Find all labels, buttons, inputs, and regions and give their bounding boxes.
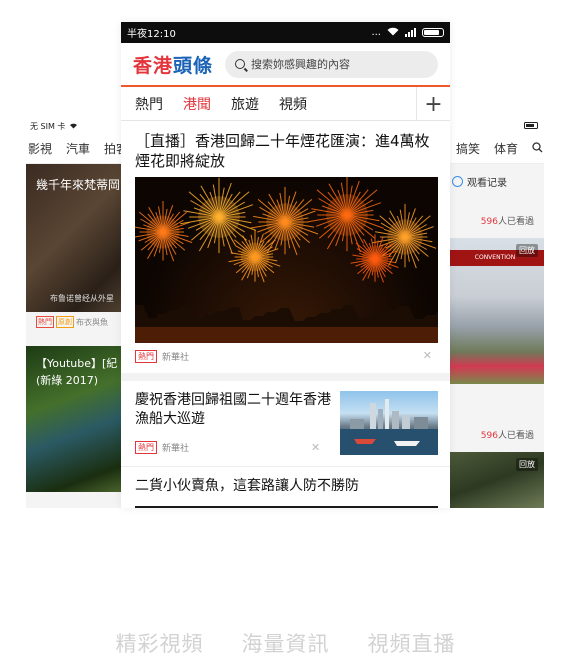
- hot-tag: 熱門: [135, 350, 157, 363]
- fireworks-illustration: [135, 177, 438, 343]
- left-card2-title-line1: 【Youtube】[紀: [36, 357, 118, 370]
- caption-news: 海量資訊: [241, 632, 330, 656]
- status-bar: 半夜12:10 ...: [121, 22, 450, 43]
- search-icon[interactable]: [532, 141, 543, 156]
- left-tab-auto[interactable]: 汽車: [66, 140, 90, 157]
- carrier-label: 无 SIM 卡: [30, 121, 66, 131]
- plus-icon: +: [424, 91, 443, 117]
- news-item-1-meta: 熱門 新華社 ✕: [121, 343, 450, 373]
- caption-videos: 精彩視頻: [115, 632, 204, 656]
- right-tab-funny[interactable]: 搞笑: [456, 140, 480, 157]
- news-item-3-title[interactable]: 二貨小伙賣魚，這套路讓人防不勝防: [121, 467, 450, 506]
- caption-live: 視頻直播: [367, 632, 456, 656]
- watch-history-link[interactable]: 观看记录: [452, 174, 507, 189]
- replay-badge: 回放: [516, 244, 538, 257]
- left-card1-meta: 熱門 原創 布衣與魚: [36, 316, 108, 328]
- dismiss-icon[interactable]: ✕: [311, 441, 320, 454]
- search-placeholder: 搜索妳感興趣的內容: [251, 58, 351, 71]
- news-item-3[interactable]: 二貨小伙賣魚，這套路讓人防不勝防: [121, 467, 450, 508]
- news-item-2[interactable]: 慶祝香港回歸祖國二十週年香港漁船大巡遊 熱門 新華社 ✕: [121, 381, 450, 467]
- feature-captions: 精彩視頻 海量資訊 視頻直播: [0, 628, 571, 658]
- wifi-icon: [69, 122, 78, 131]
- search-input[interactable]: 搜索妳感興趣的內容: [225, 50, 438, 78]
- more-dots-icon: ...: [371, 27, 381, 38]
- news-item-1-title[interactable]: ［直播］香港回歸二十年煙花匯演：進4萬枚煙花即將綻放: [121, 121, 450, 177]
- app-logo[interactable]: 香港頭條: [133, 51, 213, 78]
- battery-icon: [524, 121, 540, 131]
- watch-history-label: 观看记录: [467, 178, 507, 189]
- tab-travel[interactable]: 旅遊: [231, 94, 259, 114]
- main-phone-screen: 半夜12:10 ... 香港頭條 搜索妳感興趣的內容 熱門 港聞 旅遊 視頻 +: [121, 22, 450, 508]
- news-item-1[interactable]: ［直播］香港回歸二十年煙花匯演：進4萬枚煙花即將綻放 熱門 新華社 ✕: [121, 121, 450, 381]
- left-card1-subtitle: 布鲁诺曾经从外星: [50, 294, 114, 303]
- add-category-button[interactable]: +: [416, 87, 450, 121]
- left-card2-title-line2: (新綠 2017): [36, 373, 99, 387]
- clock-icon: [452, 176, 463, 187]
- right-video-thumbnail-1[interactable]: CONVENTION 回放: [446, 238, 544, 384]
- category-tabs: 熱門 港聞 旅遊 視頻 +: [121, 87, 450, 121]
- hot-tag: 熱門: [36, 316, 54, 328]
- tab-video[interactable]: 視頻: [279, 94, 307, 114]
- fireworks-image[interactable]: [135, 177, 438, 343]
- news-item-3-thumbnail[interactable]: [135, 506, 438, 508]
- right-tab-sports[interactable]: 体育: [494, 140, 518, 157]
- signal-icon: [405, 28, 416, 37]
- news-item-2-meta: 熱門 新華社: [135, 441, 189, 454]
- status-time: 半夜12:10: [127, 29, 176, 40]
- news-item-2-text: 慶祝香港回歸祖國二十週年香港漁船大巡遊: [135, 391, 332, 466]
- replay-badge: 回放: [516, 458, 538, 471]
- tab-hot[interactable]: 熱門: [135, 94, 163, 114]
- news-item-2-title[interactable]: 慶祝香港回歸祖國二十週年香港漁船大巡遊: [135, 391, 332, 429]
- original-tag: 原創: [56, 316, 74, 328]
- left-tab-film[interactable]: 影視: [28, 140, 52, 157]
- viewer-count-1: 596人已看過: [480, 217, 534, 227]
- viewer-count-2: 596人已看過: [480, 431, 534, 441]
- app-header: 香港頭條 搜索妳感興趣的內容: [121, 43, 450, 85]
- right-video-thumbnail-2[interactable]: 回放: [446, 452, 544, 508]
- right-phone-preview: 搞笑 体育 观看记录 596人已看過 CONVENTION 回放 596人已看過…: [446, 118, 544, 508]
- left-card1-source: 布衣與魚: [76, 317, 108, 327]
- status-icons: ...: [371, 27, 444, 39]
- dismiss-icon[interactable]: ✕: [423, 349, 432, 362]
- hot-tag: 熱門: [135, 441, 157, 454]
- left-card1-title: 幾千年來梵蒂岡: [36, 178, 121, 192]
- news-item-1-source: 新華社: [162, 353, 190, 363]
- left-card2-title: 【Youtube】[紀 (新綠 2017): [36, 356, 117, 389]
- right-status-bar: [446, 118, 544, 134]
- wifi-icon: [387, 27, 399, 39]
- tab-hk-news[interactable]: 港聞: [183, 94, 211, 114]
- right-tab-bar: 搞笑 体育: [446, 134, 544, 164]
- harbour-thumbnail[interactable]: [340, 391, 438, 455]
- battery-icon: [422, 28, 444, 37]
- search-icon: [235, 59, 246, 69]
- news-item-2-source: 新華社: [162, 444, 190, 454]
